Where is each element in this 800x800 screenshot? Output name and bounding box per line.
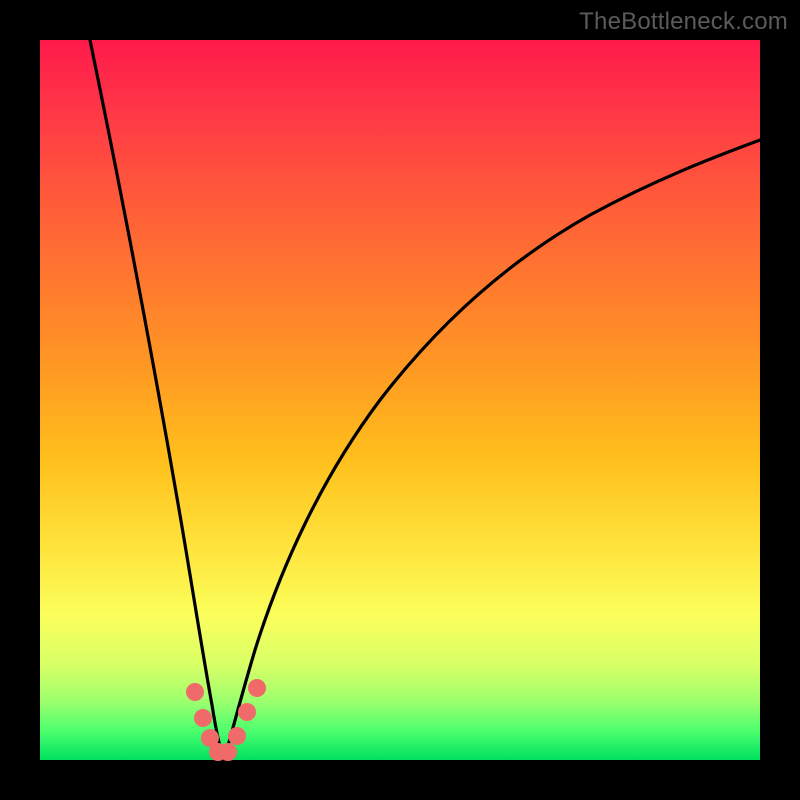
trough-marker [248,679,266,697]
chart-frame: TheBottleneck.com [0,0,800,800]
trough-marker [194,709,212,727]
curve-left-branch [90,40,224,760]
trough-marker [238,703,256,721]
watermark-text: TheBottleneck.com [579,8,788,36]
trough-marker-group [186,679,266,761]
trough-marker [228,727,246,745]
curve-right-branch [224,140,760,760]
trough-marker [186,683,204,701]
trough-marker [219,743,237,761]
curve-layer [40,40,760,760]
plot-area [40,40,760,760]
